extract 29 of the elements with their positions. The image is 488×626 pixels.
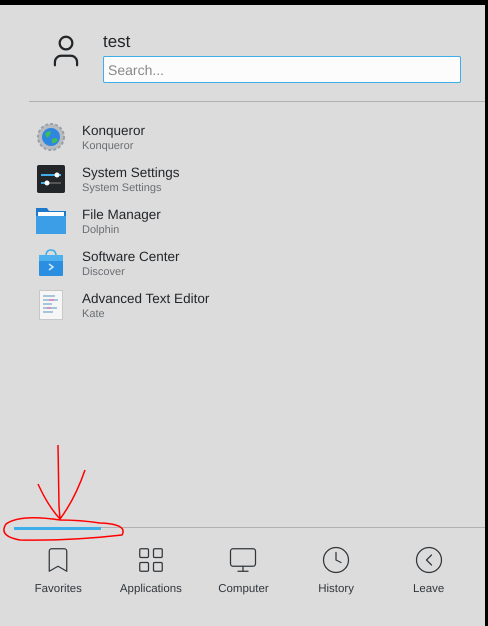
clock-icon — [321, 544, 352, 575]
app-name: System Settings — [82, 164, 180, 180]
favorite-item[interactable]: File Manager Dolphin — [0, 200, 163, 242]
circle-arrow-left-icon — [414, 544, 444, 575]
app-name: File Manager — [82, 206, 161, 222]
tab[interactable]: Leave — [382, 526, 475, 598]
favorite-item[interactable]: Konqueror Konqueror — [0, 116, 148, 158]
app-description: Discover — [82, 264, 126, 278]
sliders-icon — [37, 165, 65, 193]
app-description: System Settings — [82, 180, 162, 194]
tab[interactable]: Applications — [104, 526, 198, 598]
globe-gear-icon — [37, 123, 65, 151]
favorite-item[interactable]: Software Center Discover — [0, 242, 182, 284]
app-name: Software Center — [82, 248, 180, 264]
app-description: Dolphin — [82, 222, 120, 236]
search-field[interactable]: Search... — [103, 56, 461, 83]
text-document-icon — [39, 290, 63, 320]
app-description: Konqueror — [82, 138, 134, 152]
app-description: Kate — [82, 306, 106, 320]
app-name: Konqueror — [82, 122, 146, 138]
tab[interactable]: Favorites — [12, 526, 105, 598]
favorite-item[interactable]: System Settings System Settings — [0, 158, 182, 200]
folder-icon — [36, 207, 66, 235]
user-name: test — [103, 32, 130, 52]
tab[interactable]: History — [290, 526, 382, 598]
shopping-bag-icon — [38, 249, 64, 277]
favorite-item[interactable]: Advanced Text Editor Kate — [0, 284, 212, 326]
tab[interactable]: Computer — [197, 526, 290, 598]
app-name: Advanced Text Editor — [82, 290, 210, 306]
